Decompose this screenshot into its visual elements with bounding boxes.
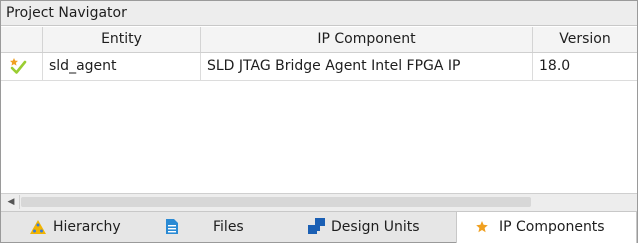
- ip-component-icon: [476, 221, 488, 233]
- hierarchy-triangle-icon: [30, 220, 46, 234]
- table-row[interactable]: sld_agent SLD JTAG Bridge Agent Intel FP…: [1, 53, 637, 81]
- column-header-status[interactable]: [1, 27, 43, 52]
- column-header-entity[interactable]: Entity: [43, 27, 201, 52]
- check-with-star-icon: [10, 58, 27, 74]
- navigator-tabbar: Hierarchy Files Design Units IP Componen…: [1, 211, 637, 243]
- tab-ip-components[interactable]: IP Components: [456, 212, 637, 243]
- horizontal-scrollbar[interactable]: ◀: [1, 193, 637, 211]
- ip-components-table: Entity IP Component Version sld_agent SL…: [1, 27, 637, 81]
- scrollbar-thumb[interactable]: [21, 197, 531, 207]
- row-version-cell: 18.0: [539, 58, 571, 74]
- table-header: Entity IP Component Version: [1, 27, 637, 53]
- design-units-icon: [308, 218, 325, 234]
- tab-ip-components-label: IP Components: [499, 219, 605, 235]
- project-navigator-panel: Project Navigator Entity IP Component Ve…: [0, 0, 638, 243]
- tab-design-units[interactable]: Design Units: [281, 212, 456, 243]
- row-status-cell: [1, 53, 43, 80]
- row-entity-cell: sld_agent: [43, 53, 201, 80]
- panel-title: Project Navigator: [1, 1, 637, 26]
- tab-files-label: Files: [213, 219, 244, 235]
- column-header-ip-component[interactable]: IP Component: [201, 27, 533, 52]
- scroll-left-arrow-icon[interactable]: ◀: [3, 195, 20, 209]
- tab-hierarchy[interactable]: Hierarchy: [1, 212, 141, 243]
- tab-design-units-label: Design Units: [331, 219, 420, 235]
- tab-files[interactable]: Files: [141, 212, 281, 243]
- row-ip-component-cell: SLD JTAG Bridge Agent Intel FPGA IP: [201, 53, 533, 80]
- tab-hierarchy-label: Hierarchy: [53, 219, 121, 235]
- column-header-version[interactable]: Version: [533, 27, 637, 52]
- file-document-icon: [166, 219, 178, 234]
